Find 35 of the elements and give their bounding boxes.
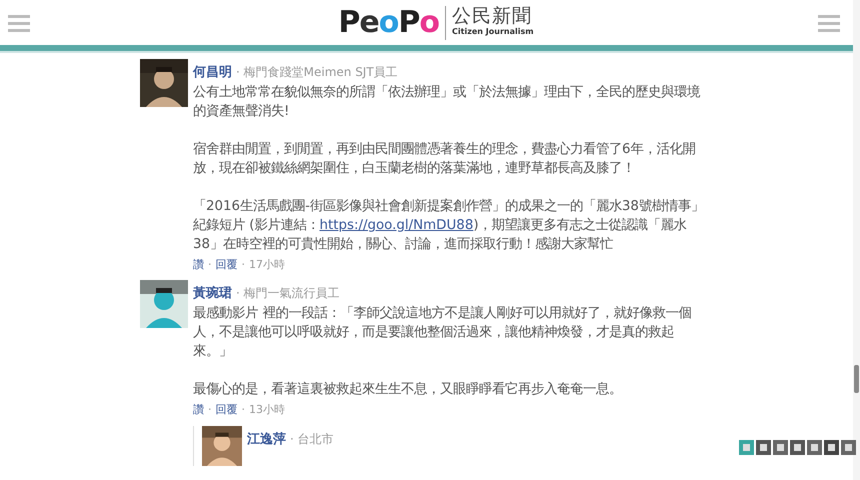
- logo-subtitle: Citizen Journalism: [452, 26, 534, 38]
- timestamp: 13小時: [249, 402, 285, 416]
- share-icon[interactable]: [807, 440, 822, 455]
- comment-text: 最傷心的是，看著這裏被救起來生生不息，又眼睜睜看它再步入奄奄一息。: [193, 380, 623, 398]
- user-name[interactable]: 江逸萍: [247, 432, 286, 447]
- link[interactable]: https://goo.gl/NmDU88: [319, 218, 474, 233]
- scrollbar[interactable]: [853, 0, 860, 480]
- comment-text: 公有土地常常在貌似無奈的所謂「依法辦理」或「於法無據」理由下，全民的歷史與環境的資產無聲消失!: [193, 84, 702, 121]
- user-name[interactable]: 黃琬珺: [193, 286, 232, 300]
- user-affiliation: · 梅門一氣流行員工: [236, 286, 340, 300]
- avatar[interactable]: [202, 426, 242, 466]
- logo-title: 公民新聞: [452, 6, 534, 26]
- timestamp: 17小時: [249, 258, 285, 271]
- comment-text: 「2016生活馬戲團-街區影像與社會創新提案創作營」的成果之一的「麗水38號樹情事」紀錄短片 (影片連結：https://goo.gl/NmDU88)，期望讓更多有志之士從認識「麗水38」在時空裡的可貴性開始，關心、討論，進而採取行動！感謝大家幫忙: [193, 198, 705, 254]
- reply-link[interactable]: 回覆: [216, 258, 238, 271]
- separator: ·: [242, 402, 245, 416]
- share-icon[interactable]: [824, 440, 839, 455]
- separator: ·: [242, 258, 245, 271]
- reply-link[interactable]: 回覆: [216, 402, 238, 416]
- share-icon[interactable]: [790, 440, 805, 455]
- like-link[interactable]: 讚: [193, 402, 204, 416]
- comment-text: 最感動影片 裡的一段話：「李師父說這地方不是讓人剛好可以用就好了，就好像救一個人，不是讓他可以呼吸就好，而是要讓他整個活過來，讓他精神煥發，才是真的救起來。」: [193, 304, 692, 360]
- avatar[interactable]: [140, 280, 188, 328]
- separator: ·: [208, 258, 212, 271]
- share-icon[interactable]: [841, 440, 856, 455]
- user-name[interactable]: 何昌明: [193, 65, 232, 80]
- separator: ·: [208, 402, 212, 416]
- like-link[interactable]: 讚: [193, 258, 204, 271]
- avatar[interactable]: [140, 59, 188, 107]
- comment-text: 宿舍群由閒置，到閒置，再到由民間團體憑著養生的理念，費盡心力看管了6年，活化開放，現在卻被鐵絲網架圍住，白玉蘭老樹的落葉滿地，連野草都長高及膝了！: [193, 140, 697, 178]
- share-icon[interactable]: [773, 440, 788, 455]
- user-affiliation: · 台北市: [290, 432, 334, 446]
- logo-text[interactable]: PeoPo: [338, 8, 440, 38]
- user-affiliation: · 梅門食踐堂Meimen SJT員工: [236, 65, 398, 79]
- share-icon[interactable]: [756, 440, 771, 455]
